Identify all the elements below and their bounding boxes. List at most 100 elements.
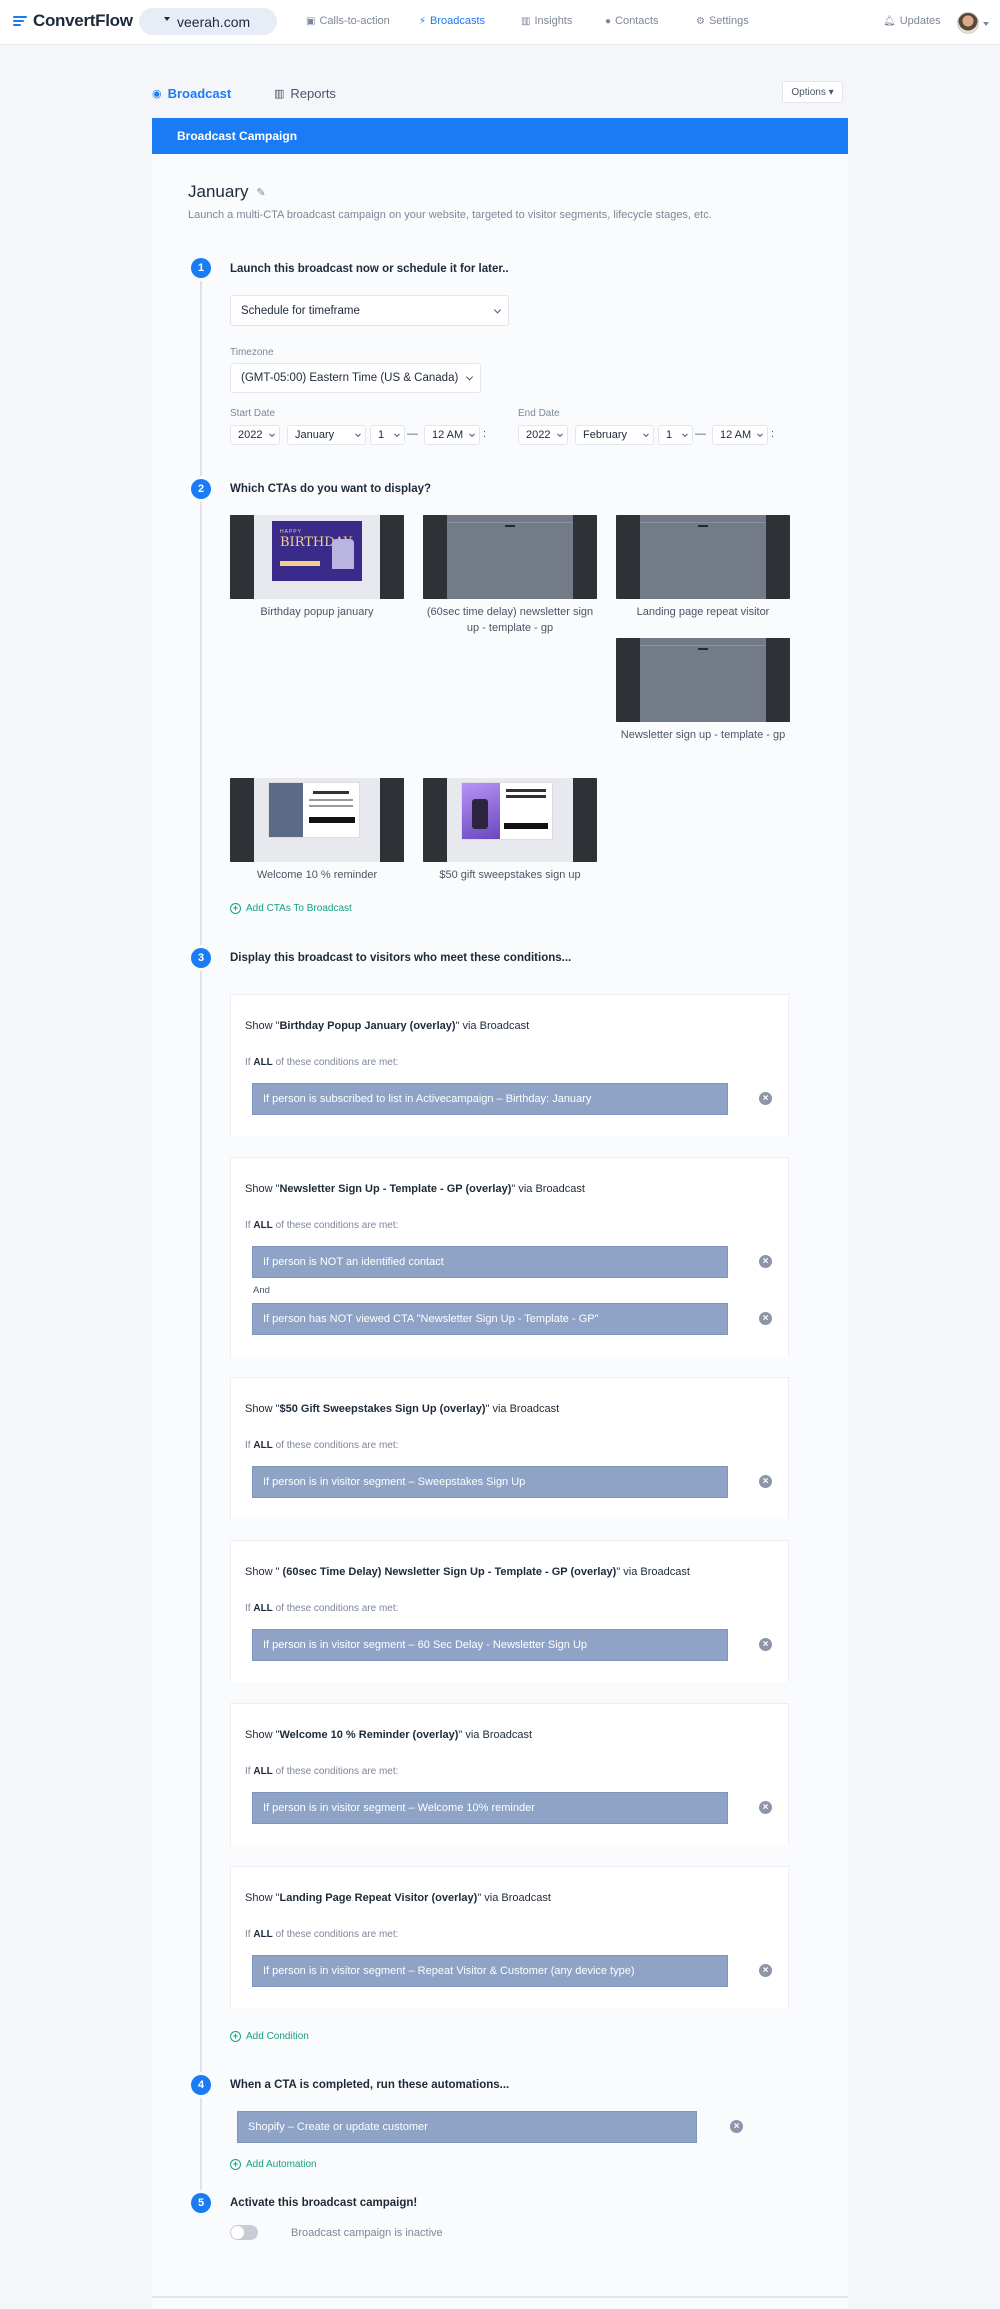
nav-settings[interactable]: ⚙ Settings bbox=[696, 15, 749, 27]
value: 12 AM bbox=[432, 429, 464, 441]
step-title: Display this broadcast to visitors who m… bbox=[230, 952, 572, 964]
condition-rule[interactable]: If person is subscribed to list in Activ… bbox=[252, 1083, 728, 1115]
tab-broadcast[interactable]: ◉ Broadcast bbox=[152, 86, 231, 101]
end-year-select[interactable]: 2022 bbox=[518, 425, 568, 445]
step-number: 2 bbox=[191, 479, 211, 499]
add-automation-link[interactable]: + Add Automation bbox=[230, 2159, 317, 2170]
nav-label: Contacts bbox=[615, 15, 659, 27]
cta-label: (60sec time delay) newsletter sign up - … bbox=[426, 606, 594, 634]
condition-match-line: If ALL of these conditions are met: bbox=[245, 1057, 399, 1068]
cta-card-birthday-popup[interactable]: HAPPY BIRTHDAY Birthday popup january bbox=[230, 515, 404, 621]
cta-thumbnail bbox=[616, 515, 790, 599]
card-bottom-border bbox=[152, 2296, 848, 2298]
remove-condition-icon[interactable]: × bbox=[759, 1475, 772, 1488]
site-selector-label: veerah.com bbox=[177, 13, 251, 30]
site-selector[interactable]: veerah.com bbox=[139, 8, 277, 35]
chevron-down-icon bbox=[557, 431, 563, 438]
condition-rule[interactable]: If person has NOT viewed CTA "Newsletter… bbox=[252, 1303, 728, 1335]
condition-heading: Show "Birthday Popup January (overlay)" … bbox=[245, 1020, 530, 1032]
chevron-down-icon bbox=[643, 431, 649, 438]
condition-heading: Show "Newsletter Sign Up - Template - GP… bbox=[245, 1183, 585, 1195]
condition-rule[interactable]: If person is in visitor segment – Repeat… bbox=[252, 1955, 728, 1987]
bell-icon: 🔔︎ bbox=[883, 15, 896, 27]
user-avatar[interactable] bbox=[957, 12, 979, 34]
remove-automation-icon[interactable]: × bbox=[730, 2120, 743, 2133]
cta-card-welcome-reminder[interactable]: Welcome 10 % reminder bbox=[230, 778, 404, 884]
timezone-select[interactable]: (GMT-05:00) Eastern Time (US & Canada) bbox=[230, 363, 481, 393]
tab-label: Reports bbox=[290, 86, 336, 101]
condition-rule[interactable]: If person is in visitor segment – Sweeps… bbox=[252, 1466, 728, 1498]
end-time-select[interactable]: 12 AM bbox=[712, 425, 768, 445]
step-number: 4 bbox=[191, 2075, 211, 2095]
end-day-select[interactable]: 1 bbox=[658, 425, 693, 445]
step-number: 5 bbox=[191, 2193, 211, 2213]
campaign-name: January bbox=[188, 182, 249, 201]
value: 1 bbox=[378, 429, 385, 441]
edit-icon[interactable]: ✎ bbox=[256, 186, 265, 199]
condition-rule[interactable]: If person is in visitor segment – 60 Sec… bbox=[252, 1629, 728, 1661]
cta-label: Landing page repeat visitor bbox=[636, 606, 770, 618]
bolt-icon: ⚡ bbox=[419, 15, 427, 27]
chevron-down-icon bbox=[394, 431, 400, 438]
condition-match-line: If ALL of these conditions are met: bbox=[245, 1929, 399, 1940]
condition-rule[interactable]: If person is in visitor segment – Welcom… bbox=[252, 1792, 728, 1824]
cta-card-landing-page[interactable]: Landing page repeat visitor bbox=[616, 515, 790, 621]
condition-block: Show "Newsletter Sign Up - Template - GP… bbox=[230, 1157, 789, 1357]
nav-broadcasts[interactable]: ⚡ Broadcasts bbox=[419, 15, 485, 27]
timezone-label: Timezone bbox=[230, 347, 274, 358]
add-ctas-link[interactable]: + Add CTAs To Broadcast bbox=[230, 903, 352, 914]
welcome-popup-preview bbox=[268, 782, 360, 838]
time-colon: : bbox=[483, 428, 487, 440]
bar-chart-icon: ▥ bbox=[521, 15, 531, 27]
chevron-down-icon[interactable] bbox=[983, 22, 989, 26]
remove-condition-icon[interactable]: × bbox=[759, 1092, 772, 1105]
cta-thumbnail: HAPPY BIRTHDAY bbox=[230, 515, 404, 599]
nav-updates[interactable]: 🔔︎ Updates bbox=[883, 15, 941, 27]
start-day-select[interactable]: 1 bbox=[370, 425, 405, 445]
remove-condition-icon[interactable]: × bbox=[759, 1638, 772, 1651]
remove-condition-icon[interactable]: × bbox=[759, 1964, 772, 1977]
tab-reports[interactable]: ▥ Reports bbox=[274, 86, 336, 101]
date-time-separator: — bbox=[407, 428, 418, 440]
condition-match-line: If ALL of these conditions are met: bbox=[245, 1766, 399, 1777]
bar-chart-icon: ▥ bbox=[274, 88, 285, 100]
automation-rule[interactable]: Shopify – Create or update customer bbox=[237, 2111, 697, 2143]
remove-condition-icon[interactable]: × bbox=[759, 1312, 772, 1325]
chevron-down-icon bbox=[757, 431, 763, 438]
toggle-knob bbox=[231, 2226, 244, 2239]
cta-thumbnail bbox=[230, 778, 404, 862]
activate-toggle[interactable] bbox=[230, 2225, 258, 2240]
condition-block: Show "Landing Page Repeat Visitor (overl… bbox=[230, 1866, 789, 2008]
condition-block: Show " (60sec Time Delay) Newsletter Sig… bbox=[230, 1540, 789, 1682]
options-button[interactable]: Options ▾ bbox=[782, 81, 843, 103]
remove-condition-icon[interactable]: × bbox=[759, 1255, 772, 1268]
convertflow-logo[interactable]: ConvertFlow bbox=[13, 11, 133, 31]
start-time-select[interactable]: 12 AM bbox=[424, 425, 480, 445]
condition-heading: Show "Welcome 10 % Reminder (overlay)" v… bbox=[245, 1729, 533, 1741]
nav-label: Updates bbox=[899, 15, 941, 27]
start-month-select[interactable]: January bbox=[287, 425, 366, 445]
cta-label: Welcome 10 % reminder bbox=[256, 869, 378, 881]
nav-calls-to-action[interactable]: ▣ Calls-to-action bbox=[306, 15, 390, 27]
cta-card-newsletter[interactable]: Newsletter sign up - template - gp bbox=[616, 638, 790, 744]
cta-card-60sec-newsletter[interactable]: (60sec time delay) newsletter sign up - … bbox=[423, 515, 597, 637]
schedule-mode-value: Schedule for timeframe bbox=[241, 304, 360, 317]
step-number: 1 bbox=[191, 258, 211, 278]
cta-icon: ▣ bbox=[306, 15, 316, 27]
remove-condition-icon[interactable]: × bbox=[759, 1801, 772, 1814]
target-icon: ◉ bbox=[152, 88, 162, 100]
schedule-mode-select[interactable]: Schedule for timeframe bbox=[230, 295, 509, 326]
nav-label: Insights bbox=[534, 15, 573, 27]
end-month-select[interactable]: February bbox=[575, 425, 654, 445]
birthday-popup-preview: HAPPY BIRTHDAY bbox=[272, 521, 362, 581]
condition-rule[interactable]: If person is NOT an identified contact bbox=[252, 1246, 728, 1278]
cta-card-sweepstakes[interactable]: $50 gift sweepstakes sign up bbox=[423, 778, 597, 884]
date-time-separator: — bbox=[695, 428, 706, 440]
condition-match-line: If ALL of these conditions are met: bbox=[245, 1220, 399, 1231]
nav-contacts[interactable]: ● Contacts bbox=[605, 15, 658, 27]
add-condition-link[interactable]: + Add Condition bbox=[230, 2031, 309, 2042]
and-joiner: And bbox=[253, 1285, 270, 1296]
logo-mark-icon bbox=[13, 14, 31, 28]
nav-insights[interactable]: ▥ Insights bbox=[521, 15, 572, 27]
start-year-select[interactable]: 2022 bbox=[230, 425, 280, 445]
